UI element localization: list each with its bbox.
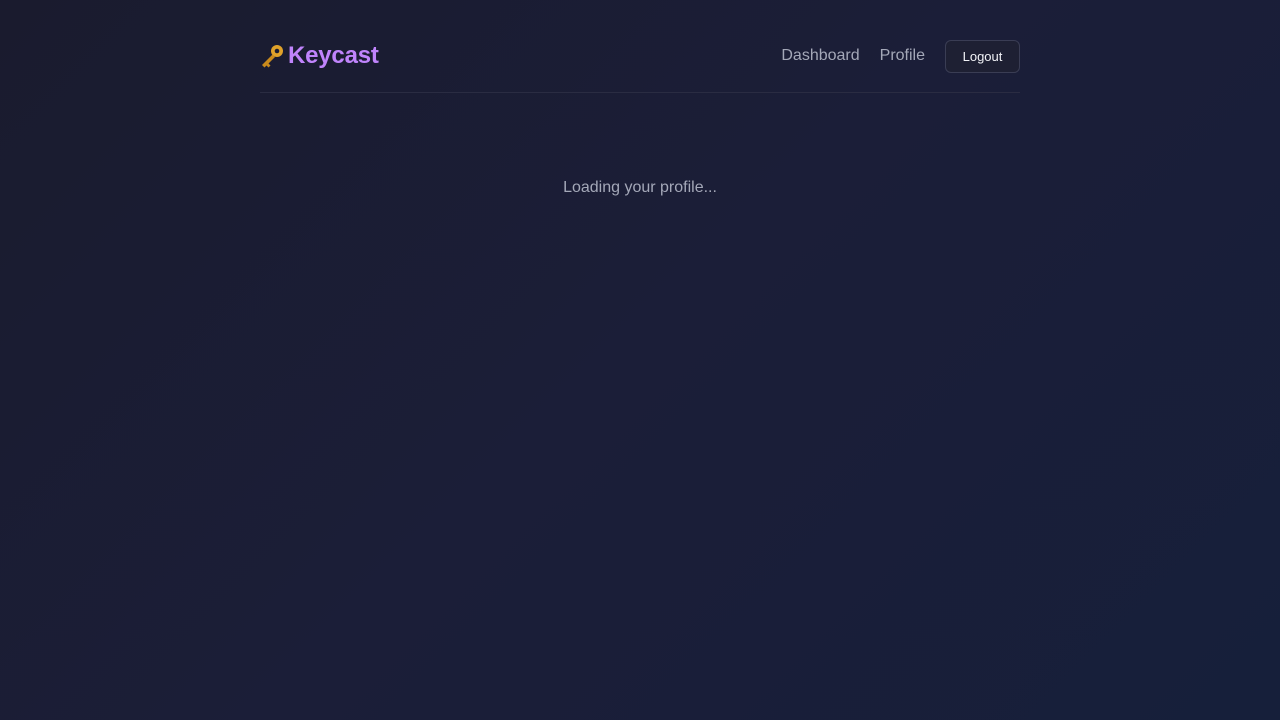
nav-dashboard-link[interactable]: Dashboard — [781, 47, 859, 65]
top-header: Keycast Dashboard Profile Logout — [260, 0, 1020, 93]
page-container: Keycast Dashboard Profile Logout Loading… — [260, 0, 1020, 213]
main-content: Loading your profile... — [260, 93, 1020, 197]
nav-profile-link[interactable]: Profile — [880, 47, 925, 65]
brand-link[interactable]: Keycast — [258, 42, 379, 70]
key-icon — [258, 42, 286, 70]
logout-button[interactable]: Logout — [945, 39, 1020, 73]
loading-message: Loading your profile... — [563, 179, 717, 196]
main-nav: Dashboard Profile Logout — [781, 39, 1020, 73]
brand-name: Keycast — [288, 42, 379, 69]
